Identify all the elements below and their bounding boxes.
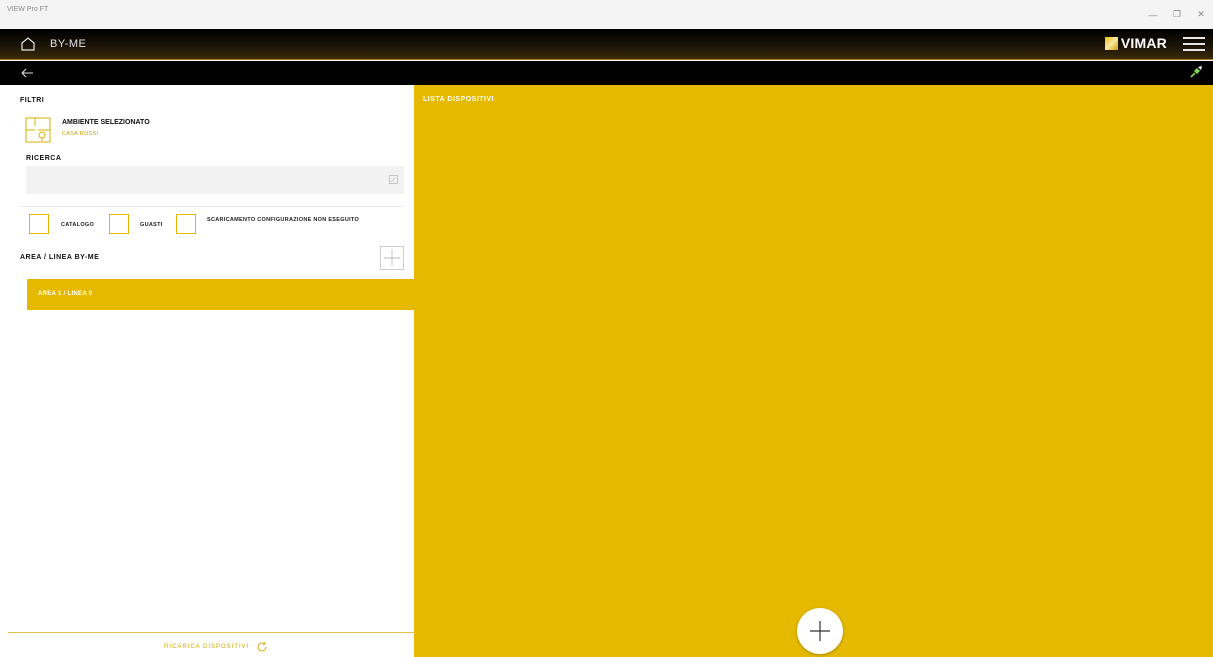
divider — [20, 206, 404, 207]
area-list-item-label: AREA 1 / LINEA 0 — [38, 291, 93, 297]
app-title: BY-ME — [50, 38, 87, 50]
back-arrow-icon[interactable] — [20, 66, 34, 80]
sub-toolbar — [0, 61, 1213, 85]
window-controls: — ❐ ✕ — [1141, 0, 1213, 29]
device-list-title: LISTA DISPOSITIVI — [423, 96, 495, 103]
config-not-downloaded-checkbox-label: SCARICAMENTO CONFIGURAZIONE NON ESEGUITO — [207, 217, 360, 223]
window-titlebar: VIEW Pro FT — ❐ ✕ — [0, 0, 1213, 29]
plus-icon — [810, 621, 830, 641]
home-icon[interactable] — [20, 36, 36, 52]
add-device-button[interactable] — [797, 608, 843, 654]
hamburger-menu-icon[interactable] — [1183, 37, 1205, 53]
refresh-icon — [257, 641, 267, 652]
vimar-logo-icon — [1104, 36, 1118, 50]
brand-logo: VIMAR — [1104, 35, 1167, 51]
filters-panel: FILTRI AMBIENTE SELEZIONATO CASA ROSSI R… — [0, 85, 414, 657]
floorplan-location-icon[interactable] — [25, 117, 51, 143]
faults-checkbox-label: GUASTI — [140, 222, 163, 228]
minimize-icon[interactable]: — — [1141, 0, 1165, 29]
restore-icon[interactable]: ❐ — [1165, 0, 1189, 29]
catalog-checkbox[interactable] — [29, 214, 49, 234]
device-list-panel: LISTA DISPOSITIVI — [414, 85, 1213, 657]
brand-name: VIMAR — [1120, 35, 1167, 51]
window-title: VIEW Pro FT — [7, 6, 49, 13]
reload-devices-button[interactable]: RICARICA DISPOSITIVI — [164, 641, 268, 653]
app-header: BY-ME VIMAR — [0, 29, 1213, 60]
search-label: RICERCA — [26, 155, 62, 162]
config-not-downloaded-checkbox[interactable] — [176, 214, 196, 234]
connection-plug-icon[interactable] — [1189, 65, 1203, 79]
ambient-title: AMBIENTE SELEZIONATO — [62, 119, 150, 126]
add-area-button[interactable] — [380, 246, 404, 270]
catalog-checkbox-label: CATALOGO — [61, 222, 95, 228]
filters-title: FILTRI — [20, 97, 45, 104]
close-icon[interactable]: ✕ — [1189, 0, 1213, 29]
reload-devices-label: RICARICA DISPOSITIVI — [164, 644, 250, 650]
edit-icon — [389, 175, 398, 184]
faults-checkbox[interactable] — [109, 214, 129, 234]
footer-divider — [8, 632, 414, 633]
area-list-item[interactable]: AREA 1 / LINEA 0 — [27, 279, 414, 310]
ambient-value[interactable]: CASA ROSSI — [62, 131, 98, 137]
search-input[interactable] — [26, 166, 404, 194]
area-line-title: AREA / LINEA BY-ME — [20, 254, 100, 261]
